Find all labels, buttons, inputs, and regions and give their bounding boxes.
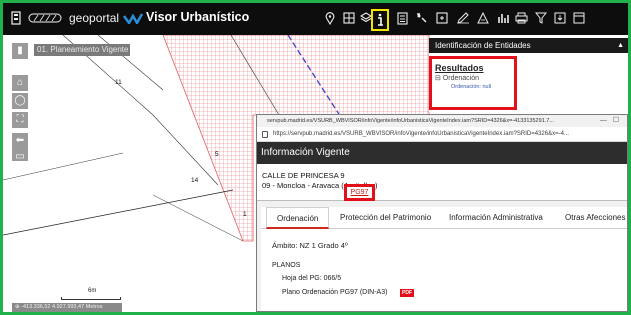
layer-chip[interactable]: 01. Planeamiento Vigente [34,44,130,56]
results-title: Resultados [435,63,484,73]
collapse-icon[interactable]: ▭ [12,149,28,162]
tab-row: Ordenación Protección del Patrimonio Inf… [261,207,627,229]
address-line-2: 09 - Moncloa - Aravaca (Argüelles) [262,181,378,190]
layer-toggle-icon[interactable]: ▮ [12,43,28,59]
info-popup-window: servpub.madrid.es/VSURB_WBVISOR/infoVige… [256,114,628,312]
info-tool-button[interactable] [371,9,389,31]
locate-icon[interactable]: ◯ [12,93,28,109]
city-logo-icon [28,13,62,23]
fullscreen-icon[interactable]: ⛶ [12,112,28,128]
address-line-1: CALLE DE PRINCESA 9 [262,171,345,180]
identification-panel: Identificación de Entidades ▲ Resultados… [429,38,628,112]
planos-title: PLANOS [272,262,301,269]
map-label: 5 [215,151,219,158]
coordinates-readout: ⊕ -413.336,52 4.927.993,47 Metros [12,303,122,312]
filter-icon[interactable] [535,12,547,24]
popup-header: Información Vigente [257,142,627,164]
location-pin-icon[interactable] [325,12,335,25]
window-controls[interactable]: — ☐ [600,115,619,127]
plano-ordenacion-text: Plano Ordenación PG97 (DIN-A3) [282,289,388,296]
popup-urlbar[interactable]: https://servpub.madrid.es/VSURB_WBVISOR/… [257,127,627,142]
lock-icon [262,131,268,138]
pdf-badge[interactable]: PDF [400,289,414,297]
popup-url: https://servpub.madrid.es/VSURB_WBVISOR/… [273,131,569,137]
tabs-area: Ordenación Protección del Patrimonio Inf… [257,201,627,311]
top-bar: geoportal Visor Urbanístico [3,3,628,35]
chevron-up-icon[interactable]: ▲ [617,38,624,53]
menu-icon[interactable] [11,11,21,25]
back-icon[interactable]: ⬅ [12,133,28,149]
results-box: Resultados ⊟ Ordenación Ordenación: null [429,56,517,110]
info-icon [378,13,383,26]
brand-label: geoportal [69,11,120,25]
export-icon[interactable] [554,12,566,24]
tab-otras-afecciones[interactable]: Otras Afecciones [565,207,625,229]
map-label: 1 [243,211,247,218]
map-label: 14 [191,177,199,184]
select-box-icon[interactable] [436,12,448,24]
ident-panel-title: Identificación de Entidades [435,41,531,50]
hoja-pg-text: Hoja del PG: 066/5 [282,275,342,282]
tab-informacion-administrativa[interactable]: Información Administrativa [449,207,543,229]
popup-window-title: servpub.madrid.es/VSURB_WBVISOR/infoVige… [267,118,554,124]
tab-proteccion[interactable]: Protección del Patrimonio [340,207,431,229]
map-label: 11 [115,79,122,86]
ident-panel-header[interactable]: Identificación de Entidades ▲ [429,38,628,53]
scale-bar [61,297,121,300]
edit-icon[interactable] [457,12,470,24]
address-block: CALLE DE PRINCESA 9 09 - Moncloa - Arava… [257,165,627,201]
app-frame: geoportal Visor Urbanístico 01. Planeami… [0,0,631,315]
measure-icon[interactable] [477,12,490,24]
draw-icon[interactable] [416,12,429,24]
clipboard-icon[interactable] [397,11,408,25]
tabs-card: Ordenación Protección del Patrimonio Inf… [261,207,627,311]
pg97-link[interactable]: PG97 [344,184,375,201]
ordenacion-null-link[interactable]: Ordenación: null [451,84,514,90]
window-icon[interactable] [573,12,585,24]
scale-label: 6m [88,288,97,294]
tab-ordenacion[interactable]: Ordenación [266,207,330,229]
app-title: Visor Urbanístico [146,10,250,24]
stats-icon[interactable] [497,12,509,24]
ordenacion-tree-node[interactable]: ⊟ Ordenación [435,74,514,82]
home-icon[interactable]: ⌂ [12,75,28,91]
ambito-text: Ámbito: NZ 1 Grado 4º [272,241,348,250]
grid-icon[interactable] [343,12,355,24]
visor-logo-icon [123,13,143,24]
popup-titlebar: servpub.madrid.es/VSURB_WBVISOR/infoVige… [257,115,627,127]
print-icon[interactable] [515,12,528,24]
